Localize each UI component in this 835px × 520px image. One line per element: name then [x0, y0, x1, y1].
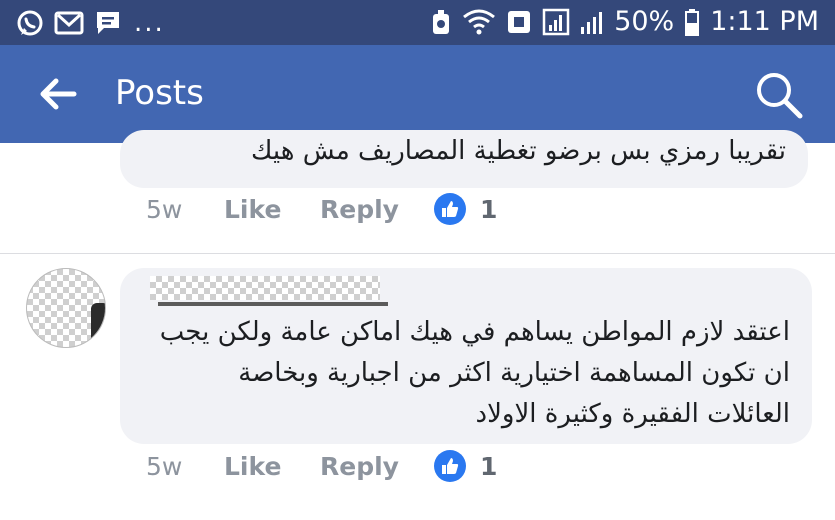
comment-divider	[0, 253, 835, 254]
like-button[interactable]: Like	[224, 452, 320, 481]
app-bar: Posts	[0, 45, 835, 143]
avatar-photo-fragment	[91, 303, 105, 343]
like-reaction-badge[interactable]	[434, 193, 466, 225]
avatar[interactable]	[26, 268, 106, 348]
thumbs-up-icon	[442, 201, 459, 217]
comment-text: تقريبا رمزي بس برضو تغطية المصاريف مش هي…	[250, 136, 786, 166]
comment-author[interactable]	[150, 276, 412, 306]
whatsapp-icon	[17, 10, 43, 36]
comment-bubble[interactable]: تقريبا رمزي بس برضو تغطية المصاريف مش هي…	[120, 130, 808, 188]
battery-percent: 50%	[614, 6, 675, 37]
like-reaction-badge[interactable]	[434, 450, 466, 482]
like-count: 1	[480, 194, 498, 224]
author-name-redacted-line	[158, 302, 388, 306]
reply-button[interactable]: Reply	[320, 452, 434, 481]
comment-time: 5w	[146, 451, 183, 481]
clock: 1:11 PM	[710, 6, 819, 37]
system-icons: 50% 1:11 PM	[430, 6, 819, 37]
like-count: 1	[480, 451, 498, 481]
message-icon	[97, 12, 119, 34]
comment-actions: 5w Like Reply 1	[146, 450, 497, 482]
thumbs-up-icon	[442, 458, 459, 474]
search-icon[interactable]	[753, 69, 805, 121]
more-notifications-text: ...	[134, 8, 165, 38]
comment-text: اعتقد لازم المواطن يساهم في هيك اماكن عا…	[159, 317, 790, 429]
reply-button[interactable]: Reply	[320, 195, 434, 224]
wifi-icon	[463, 9, 496, 34]
status-bar: ... 50% 1:11 PM	[0, 0, 835, 45]
page-title: Posts	[115, 73, 204, 113]
signal-icon	[542, 8, 570, 35]
battery-icon	[685, 8, 700, 36]
comment-bubble[interactable]: اعتقد لازم المواطن يساهم في هيك اماكن عا…	[120, 268, 812, 444]
comment-time: 5w	[146, 194, 183, 224]
signal-weak-icon	[581, 11, 603, 34]
gmail-icon	[54, 11, 84, 35]
comment-actions: 5w Like Reply 1	[146, 193, 497, 225]
author-name-redaction	[150, 276, 380, 300]
notification-icons: ...	[16, 8, 165, 38]
arrow-left-icon[interactable]	[36, 73, 78, 115]
android-icon	[433, 9, 450, 34]
media-icon	[508, 10, 531, 33]
like-button[interactable]: Like	[224, 195, 320, 224]
